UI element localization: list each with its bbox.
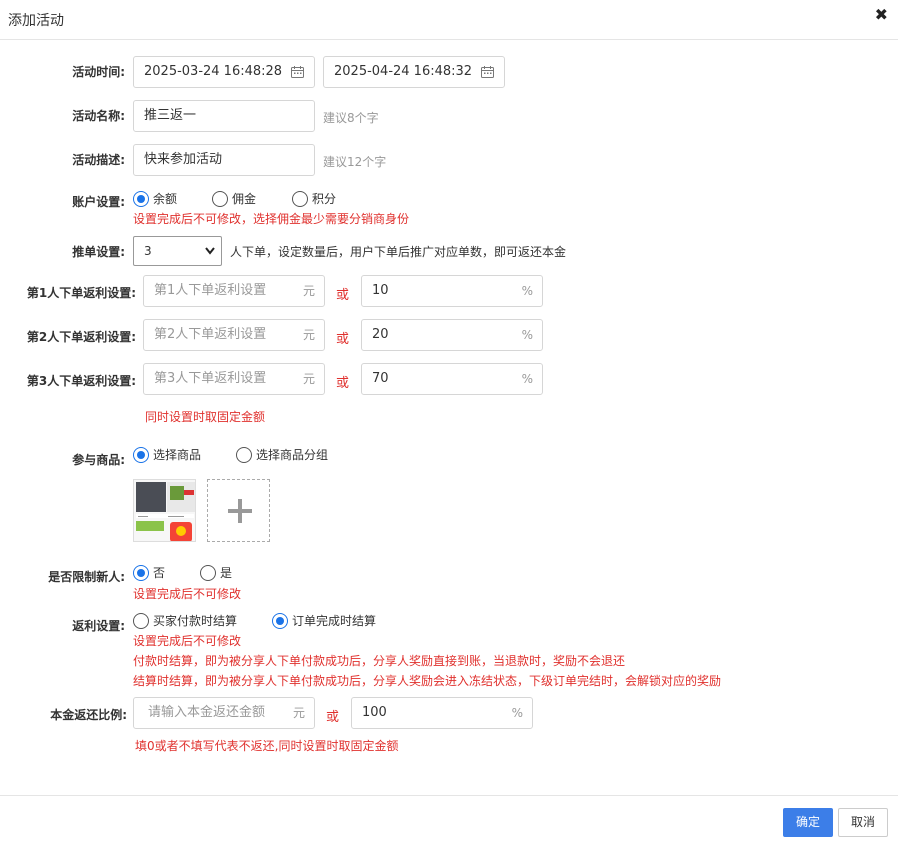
radio-circle [212,190,228,207]
new-user-note: 设置完成后不可修改 [133,587,242,601]
footer-divider [0,795,898,796]
radio-circle [133,564,149,581]
activity-desc-label: 活动描述: [72,153,125,167]
input-value: 70 [372,371,389,386]
confirm-button[interactable]: 确定 [783,808,833,837]
principal-label: 本金返还比例: [50,708,127,722]
radio-circle [200,564,216,581]
unit-suffix: % [521,284,533,298]
account-radio-commission[interactable]: 佣金 [212,190,256,207]
or-text: 或 [326,710,340,725]
product-thumbnail[interactable] [133,479,196,542]
account-label: 账户设置: [72,195,125,209]
chevron-down-icon [205,247,215,255]
radio-circle [133,612,149,629]
goods-label: 参与商品: [72,453,125,467]
rebate-3-label: 第3人下单返利设置: [26,374,136,388]
close-icon[interactable]: ✖ [875,6,888,24]
start-time-value: 2025-03-24 16:48:28 [144,64,283,79]
principal-amount-input[interactable]: 请输入本金返还金额 元 [133,697,315,729]
settlement-radio-on-payment[interactable]: 买家付款时结算 [133,612,237,629]
radio-label: 是 [220,566,233,580]
unit-suffix: 元 [302,372,315,386]
cancel-button[interactable]: 取消 [838,808,888,837]
rebate-3-percent-input[interactable]: 70% [361,363,543,395]
settlement-radio-on-complete[interactable]: 订单完成时结算 [272,612,376,629]
settlement-label: 返利设置: [72,619,125,633]
radio-circle [133,446,149,463]
radio-label: 买家付款时结算 [153,614,238,628]
input-placeholder: 第2人下单返利设置 [154,327,267,342]
principal-note: 填0或者不填写代表不返还,同时设置时取固定金额 [135,739,399,753]
select-value: 3 [144,244,152,258]
end-time-input[interactable]: 2025-04-24 16:48:32 [323,56,505,88]
input-value: 100 [362,705,387,720]
radio-label: 订单完成时结算 [292,614,377,628]
unit-suffix: 元 [302,328,315,342]
or-text: 或 [336,332,350,347]
new-user-radio-yes[interactable]: 是 [200,564,232,581]
rebate-note: 同时设置时取固定金额 [145,410,266,424]
unit-suffix: 元 [292,706,305,720]
calendar-icon [481,66,494,78]
start-time-input[interactable]: 2025-03-24 16:48:28 [133,56,315,88]
rebate-2-amount-input[interactable]: 第2人下单返利设置 元 [143,319,325,351]
radio-label: 否 [153,566,166,580]
push-orders-label: 推单设置: [72,245,125,259]
calendar-icon [291,66,304,78]
unit-suffix: 元 [302,284,315,298]
input-placeholder: 第3人下单返利设置 [154,371,267,386]
activity-time-label: 活动时间: [72,65,125,79]
or-text: 或 [336,376,350,391]
dialog-title: 添加活动 [8,13,64,29]
unit-suffix: % [521,372,533,386]
rebate-1-amount-input[interactable]: 第1人下单返利设置 元 [143,275,325,307]
rebate-2-label: 第2人下单返利设置: [26,330,136,344]
activity-name-label: 活动名称: [72,109,125,123]
dialog-header: 添加活动 ✖ [0,0,898,40]
input-value: 20 [372,327,389,342]
goods-radio-select-group[interactable]: 选择商品分组 [236,446,328,463]
radio-circle [272,612,288,629]
account-radio-points[interactable]: 积分 [292,190,336,207]
radio-label: 佣金 [232,192,257,206]
radio-circle [292,190,308,207]
rebate-1-label: 第1人下单返利设置: [26,286,136,300]
new-user-radio-no[interactable]: 否 [133,564,165,581]
account-radio-balance[interactable]: 余额 [133,190,177,207]
settlement-note-2: 付款时结算，即为被分享人下单付款成功后，分享人奖励直接到账，当退款时，奖励不会退… [133,654,626,668]
input-value: 10 [372,283,389,298]
push-orders-select[interactable]: 3 [133,236,222,266]
rebate-1-percent-input[interactable]: 10% [361,275,543,307]
new-user-label: 是否限制新人: [48,570,125,584]
settlement-note-3: 结算时结算，即为被分享人下单付款成功后，分享人奖励会进入冻结状态，下级订单完结时… [133,674,722,688]
activity-name-hint: 建议8个字 [323,111,379,125]
radio-label: 选择商品分组 [256,448,329,462]
unit-suffix: % [521,328,533,342]
account-note: 设置完成后不可修改，选择佣金最少需要分销商身份 [133,212,410,226]
activity-desc-input[interactable]: 快来参加活动 [133,144,315,176]
unit-suffix: % [511,706,523,720]
or-text: 或 [336,288,350,303]
goods-radio-select-goods[interactable]: 选择商品 [133,446,201,463]
rebate-2-percent-input[interactable]: 20% [361,319,543,351]
radio-circle [133,190,149,207]
input-placeholder: 请输入本金返还金额 [148,705,266,720]
input-placeholder: 第1人下单返利设置 [154,283,267,298]
rebate-3-amount-input[interactable]: 第3人下单返利设置 元 [143,363,325,395]
end-time-value: 2025-04-24 16:48:32 [334,64,473,79]
radio-label: 选择商品 [153,448,202,462]
radio-label: 积分 [312,192,337,206]
settlement-note-1: 设置完成后不可修改 [133,634,242,648]
add-product-button[interactable] [207,479,270,542]
push-orders-desc: 人下单，设定数量后，用户下单后推广对应单数，即可返还本金 [230,245,567,259]
activity-name-input[interactable]: 推三返一 [133,100,315,132]
radio-circle [236,446,252,463]
principal-percent-input[interactable]: 100% [351,697,533,729]
activity-desc-hint: 建议12个字 [323,155,387,169]
product-image [134,480,195,541]
radio-label: 余额 [153,192,178,206]
